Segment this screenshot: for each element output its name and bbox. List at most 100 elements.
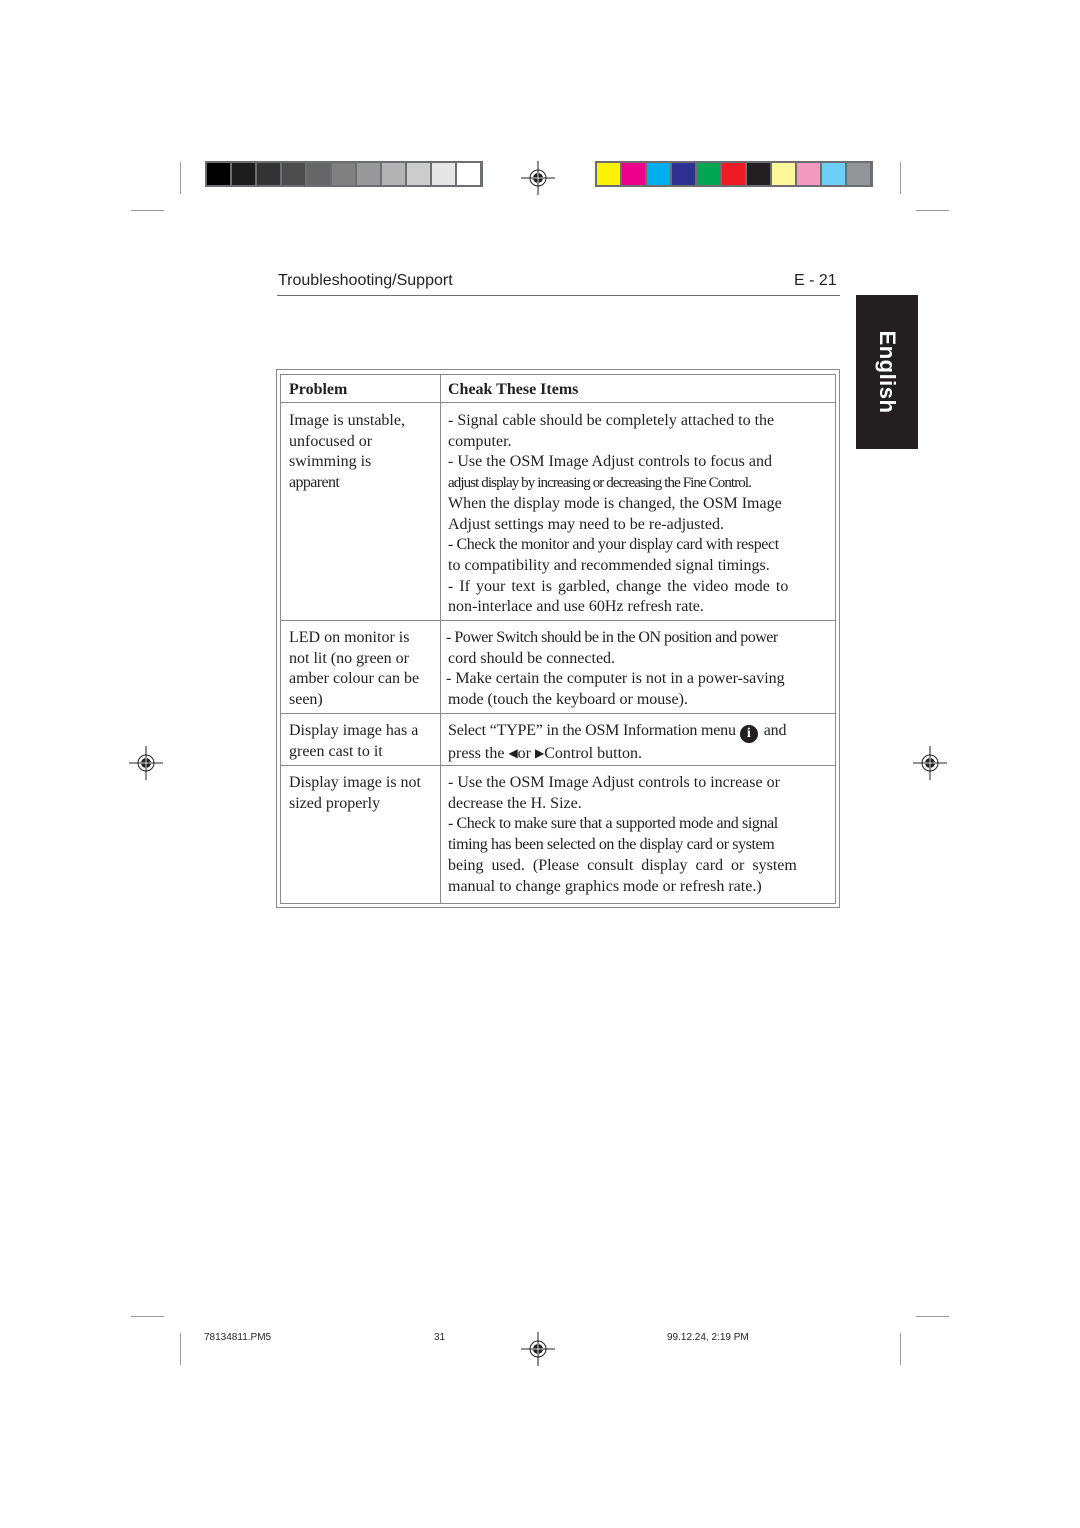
grayscale-swatch (307, 163, 330, 185)
column-divider (440, 374, 441, 904)
problem-line: apparent (289, 474, 340, 492)
problem-line: swimming is (289, 453, 372, 471)
header-divider (277, 295, 840, 296)
color-swatch (597, 163, 620, 185)
registration-mark-bottom-icon (521, 1332, 555, 1366)
check-items-cell: Select “TYPE” in the OSM Information men… (448, 721, 827, 765)
check-line: - Check to make sure that a supported mo… (448, 815, 778, 833)
crop-mark-bottom-left-vertical (180, 1333, 181, 1365)
check-line: Select “TYPE” in the OSM Information men… (448, 721, 827, 743)
color-swatch (747, 163, 770, 185)
grayscale-swatch (357, 163, 380, 185)
problem-line: seen) (289, 691, 323, 709)
grayscale-swatch (407, 163, 430, 185)
check-line: - Power Switch should be in the ON posit… (446, 629, 778, 646)
check-text: Select “TYPE” in the OSM Information men… (448, 722, 736, 739)
right-arrow-icon: ▶ (535, 746, 545, 760)
left-arrow-icon: ◀ (508, 746, 518, 760)
color-calibration-bar (595, 161, 873, 187)
row-divider (280, 402, 836, 403)
check-line: press the ◀or ▶Control button. (448, 743, 827, 765)
grayscale-swatch (257, 163, 280, 185)
registration-mark-right-icon (913, 746, 947, 780)
column-header-problem: Problem (289, 381, 348, 398)
check-items-cell: - Power Switch should be in the ON posit… (446, 628, 825, 711)
problem-line: green cast to it (289, 742, 383, 760)
color-swatch (847, 163, 870, 185)
problem-line: Image is unstable, (289, 412, 405, 429)
crop-mark-top-right-horizontal (916, 210, 949, 211)
problem-cell: Image is unstable, unfocused or swimming… (289, 411, 437, 494)
check-line: - Make certain the computer is not in a … (446, 670, 785, 688)
grayscale-swatch (432, 163, 455, 185)
language-tab: English (856, 295, 918, 449)
page-number: E - 21 (794, 272, 837, 289)
check-line: - Use the OSM Image Adjust controls to i… (448, 774, 780, 791)
grayscale-swatch (457, 163, 480, 185)
info-icon: i (739, 725, 758, 743)
check-text: and (763, 722, 787, 739)
problem-cell: Display image is not sized properly (289, 773, 437, 814)
check-text: or (517, 745, 531, 762)
check-line: - If your text is garbled, change the vi… (448, 577, 789, 595)
check-line: decrease the H. Size. (448, 794, 582, 812)
color-swatch (697, 163, 720, 185)
problem-cell: LED on monitor is not lit (no green or a… (289, 628, 437, 711)
problem-line: LED on monitor is (289, 629, 410, 646)
grayscale-swatch (207, 163, 230, 185)
color-swatch (622, 163, 645, 185)
problem-line: Display image is not (289, 774, 421, 791)
color-swatch (672, 163, 695, 185)
check-line: Adjust settings may need to be re-adjust… (448, 515, 724, 533)
color-swatch (822, 163, 845, 185)
check-line: to compatibility and recommended signal … (448, 556, 770, 574)
color-swatch (797, 163, 820, 185)
check-line: non-interlace and use 60Hz refresh rate. (448, 598, 704, 616)
check-items-cell: - Signal cable should be completely atta… (448, 411, 827, 618)
crop-mark-bottom-right-vertical (900, 1333, 901, 1365)
check-line: - Use the OSM Image Adjust controls to f… (448, 453, 772, 471)
check-line: adjust display by increasing or decreasi… (448, 475, 752, 492)
crop-mark-top-left-horizontal (131, 210, 164, 211)
problem-cell: Display image has a green cast to it (289, 721, 437, 762)
grayscale-swatch (282, 163, 305, 185)
check-line: - Check the monitor and your display car… (448, 536, 779, 554)
check-text: press the (448, 745, 505, 762)
problem-line: Display image has a (289, 722, 419, 739)
row-divider (280, 713, 836, 714)
check-line: mode (touch the keyboard or mouse). (448, 691, 688, 709)
footer-sheet-number: 31 (434, 1332, 446, 1343)
grayscale-swatch (232, 163, 255, 185)
grayscale-swatch (332, 163, 355, 185)
problem-line: sized properly (289, 794, 381, 812)
check-line: cord should be connected. (448, 649, 616, 667)
color-swatch (772, 163, 795, 185)
problem-line: unfocused or (289, 432, 373, 450)
footer-file-name: 78134811.PM5 (204, 1332, 272, 1343)
crop-mark-bottom-left-horizontal (131, 1316, 164, 1317)
color-swatch (647, 163, 670, 185)
check-line: computer. (448, 432, 512, 450)
registration-mark-top-icon (521, 161, 555, 195)
problem-line: amber colour can be (289, 670, 420, 688)
check-line: being used. (Please consult display card… (448, 856, 797, 874)
problem-line: not lit (no green or (289, 649, 409, 667)
crop-mark-top-right-vertical (900, 162, 901, 194)
registration-mark-left-icon (129, 746, 163, 780)
check-text: Control button. (544, 745, 643, 762)
grayscale-swatch (382, 163, 405, 185)
column-header-check-items: Cheak These Items (448, 381, 579, 398)
language-tab-label: English (875, 330, 900, 414)
crop-mark-top-left-vertical (180, 162, 181, 194)
color-swatch (722, 163, 745, 185)
row-divider (280, 620, 836, 621)
check-line: timing has been selected on the display … (448, 836, 775, 854)
check-line: manual to change graphics mode or refres… (448, 877, 762, 895)
crop-mark-bottom-right-horizontal (916, 1316, 949, 1317)
check-items-cell: - Use the OSM Image Adjust controls to i… (448, 773, 827, 897)
grayscale-calibration-bar (205, 161, 483, 187)
row-divider (280, 765, 836, 766)
check-line: - Signal cable should be completely atta… (448, 412, 775, 429)
section-title: Troubleshooting/Support (278, 272, 453, 289)
footer-timestamp: 99.12.24, 2:19 PM (667, 1332, 749, 1343)
